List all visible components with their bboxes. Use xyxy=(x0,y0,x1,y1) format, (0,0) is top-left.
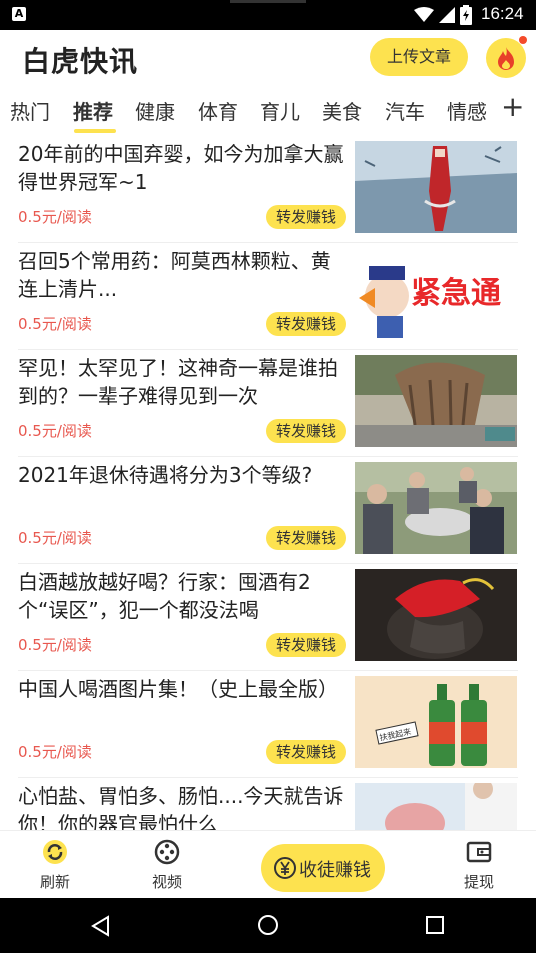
active-tab-indicator xyxy=(74,129,116,133)
share-earn-button[interactable]: 转发赚钱 xyxy=(266,312,346,336)
wifi-icon xyxy=(414,7,434,22)
bottom-nav: 刷新 视频 收徒赚钱 提现 xyxy=(0,830,536,899)
feed-item-price: 0.5元/阅读 xyxy=(18,422,92,440)
feed-item-title[interactable]: 召回5个常用药：阿莫西林颗粒、黄连上清片... xyxy=(18,247,348,303)
recruit-earn-button[interactable]: 收徒赚钱 xyxy=(261,844,385,892)
refresh-label: 刷新 xyxy=(40,873,71,891)
recruit-earn-label: 收徒赚钱 xyxy=(299,860,371,881)
feed-item-title[interactable]: 白酒越放越好喝？行家：囤酒有2个“误区”，犯一个都没法喝 xyxy=(18,568,348,624)
refresh-button[interactable]: 刷新 xyxy=(40,839,70,892)
feed-item-price: 0.5元/阅读 xyxy=(18,636,92,654)
feed-item-thumbnail[interactable] xyxy=(355,783,517,830)
liquor-jar-photo xyxy=(355,569,517,661)
feed-item-title[interactable]: 20年前的中国弃婴，如今为加拿大赢得世界冠军~1 xyxy=(18,140,348,196)
add-tab-button[interactable]: + xyxy=(501,90,524,123)
video-label: 视频 xyxy=(152,873,183,891)
app-title: 白虎快讯 xyxy=(22,45,139,78)
feed-item[interactable]: 罕见！太罕见了！这神奇一幕是谁拍到的？一辈子难得见到一次 0.5元/阅读 转发赚… xyxy=(0,350,536,457)
feed-item-title[interactable]: 中国人喝酒图片集！（史上最全版） xyxy=(18,675,348,703)
beer-bottles-illustration: 扶我起来 xyxy=(355,676,517,768)
share-earn-button[interactable]: 转发赚钱 xyxy=(266,633,346,657)
feed-item-price: 0.5元/阅读 xyxy=(18,315,92,333)
feed-item[interactable]: 白酒越放越好喝？行家：囤酒有2个“误区”，犯一个都没法喝 0.5元/阅读 转发赚… xyxy=(0,564,536,671)
feed-item-title[interactable]: 罕见！太罕见了！这神奇一幕是谁拍到的？一辈子难得见到一次 xyxy=(18,354,348,410)
back-icon[interactable] xyxy=(90,915,112,937)
organs-photo xyxy=(355,783,517,830)
tab-hot[interactable]: 热门 xyxy=(10,96,50,125)
status-time: 16:24 xyxy=(481,4,524,23)
feed-item-title[interactable]: 心怕盐、胃怕多、肠怕....今天就告诉你！你的器官最怕什么 xyxy=(18,782,348,830)
tab-recommend[interactable]: 推荐 xyxy=(73,96,113,125)
skater-photo xyxy=(355,141,517,233)
share-earn-button[interactable]: 转发赚钱 xyxy=(266,526,346,550)
feed-item[interactable]: 20年前的中国弃婴，如今为加拿大赢得世界冠军~1 0.5元/阅读 转发赚钱 xyxy=(0,136,536,243)
tab-emotion[interactable]: 情感 xyxy=(447,96,487,125)
wallet-icon xyxy=(466,841,492,863)
retirees-photo xyxy=(355,462,517,554)
video-button[interactable]: 视频 xyxy=(152,839,182,892)
urgent-notice-illustration: 紧急通 xyxy=(355,248,517,340)
hot-button[interactable] xyxy=(486,36,527,78)
feed-item-price: 0.5元/阅读 xyxy=(18,208,92,226)
home-icon[interactable] xyxy=(257,914,279,936)
status-notch xyxy=(230,0,306,3)
tab-food[interactable]: 美食 xyxy=(322,96,362,125)
news-feed[interactable]: 20年前的中国弃婴，如今为加拿大赢得世界冠军~1 0.5元/阅读 转发赚钱 召回… xyxy=(0,136,536,830)
svg-text:紧急通: 紧急通 xyxy=(411,276,501,311)
share-earn-button[interactable]: 转发赚钱 xyxy=(266,419,346,443)
feed-item-thumbnail[interactable]: 紧急通 xyxy=(355,248,517,340)
feed-item-thumbnail[interactable] xyxy=(355,569,517,661)
tree-photo xyxy=(355,355,517,447)
yen-icon xyxy=(274,857,296,879)
notification-dot xyxy=(519,36,527,44)
status-bar: A 16:24 xyxy=(0,0,536,30)
upload-article-button[interactable]: 上传文章 xyxy=(370,38,468,76)
notification-a-icon: A xyxy=(12,7,26,21)
system-nav-bar xyxy=(0,898,536,953)
share-earn-button[interactable]: 转发赚钱 xyxy=(266,205,346,229)
feed-item-price: 0.5元/阅读 xyxy=(18,743,92,761)
tab-sports[interactable]: 体育 xyxy=(198,96,238,125)
recents-icon[interactable] xyxy=(425,915,445,935)
tab-health[interactable]: 健康 xyxy=(135,96,175,125)
app-header: 白虎快讯 上传文章 xyxy=(0,30,536,86)
feed-item-thumbnail[interactable]: 扶我起来 xyxy=(355,676,517,768)
feed-item[interactable]: 2021年退休待遇将分为3个等级? 0.5元/阅读 转发赚钱 xyxy=(0,457,536,564)
category-tabs: 热门 推荐 健康 体育 育儿 美食 汽车 情感 + xyxy=(0,86,536,134)
feed-item-thumbnail[interactable] xyxy=(355,462,517,554)
withdraw-button[interactable]: 提现 xyxy=(464,839,494,892)
share-earn-button[interactable]: 转发赚钱 xyxy=(266,740,346,764)
refresh-icon xyxy=(43,840,67,864)
film-reel-icon xyxy=(154,839,180,865)
signal-icon xyxy=(439,7,455,23)
feed-item-price: 0.5元/阅读 xyxy=(18,529,92,547)
tab-parenting[interactable]: 育儿 xyxy=(260,96,300,125)
battery-icon xyxy=(460,5,472,25)
feed-item-title[interactable]: 2021年退休待遇将分为3个等级? xyxy=(18,461,348,489)
feed-item[interactable]: 召回5个常用药：阿莫西林颗粒、黄连上清片... 0.5元/阅读 转发赚钱 紧急通 xyxy=(0,243,536,350)
withdraw-label: 提现 xyxy=(464,873,495,891)
tab-auto[interactable]: 汽车 xyxy=(385,96,425,125)
feed-item[interactable]: 中国人喝酒图片集！（史上最全版） 0.5元/阅读 转发赚钱 扶我起来 xyxy=(0,671,536,778)
feed-item[interactable]: 心怕盐、胃怕多、肠怕....今天就告诉你！你的器官最怕什么 xyxy=(0,778,536,830)
fire-icon xyxy=(498,47,514,70)
feed-item-thumbnail[interactable] xyxy=(355,355,517,447)
feed-item-thumbnail[interactable] xyxy=(355,141,517,233)
